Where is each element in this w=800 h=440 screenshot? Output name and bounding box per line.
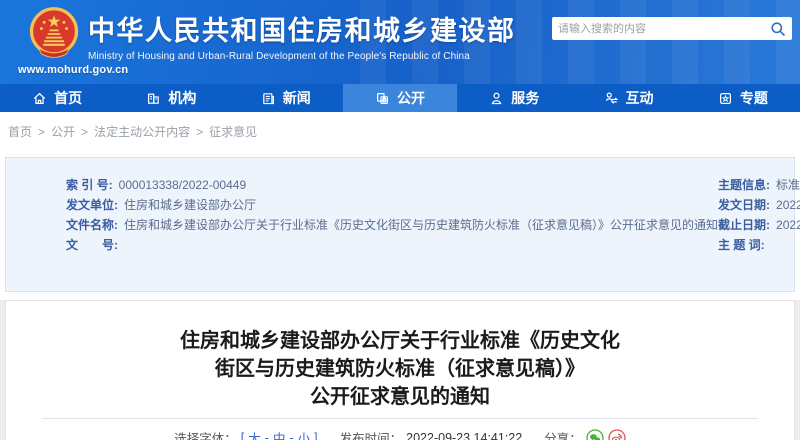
article-zone: 住房和城乡建设部办公厅关于行业标准《历史文化 街区与历史建筑防火标准（征求意见稿…	[0, 300, 800, 440]
document-meta-panel: 索 引 号: 000013338/2022-00449 发文单位: 住房和城乡建…	[5, 157, 795, 292]
nav-item-interaction[interactable]: 互动	[571, 84, 685, 112]
breadcrumb-item-solicit-opinions[interactable]: 征求意见	[209, 123, 257, 140]
meta-value: 2022-09-21	[776, 195, 800, 215]
meta-label: 发文单位:	[66, 195, 118, 215]
site-url: www.mohurd.gov.cn	[18, 64, 128, 76]
meta-label: 发文日期:	[718, 195, 770, 215]
nav-item-label: 新闻	[283, 88, 311, 108]
nav-item-home[interactable]: 首页	[0, 84, 114, 112]
title-divider	[42, 418, 758, 419]
meta-value: 2022-10-26	[776, 215, 800, 235]
site-title-block: 中华人民共和国住房和城乡建设部 Ministry of Housing and …	[88, 15, 516, 62]
nav-item-label: 专题	[740, 88, 768, 108]
article-title: 住房和城乡建设部办公厅关于行业标准《历史文化 街区与历史建筑防火标准（征求意见稿…	[6, 327, 794, 411]
meta-label: 文 号:	[66, 235, 118, 255]
meta-value: 住房和城乡建设部办公厅	[124, 195, 256, 215]
font-size-separator: -	[289, 431, 293, 440]
meta-row-issuing-unit: 发文单位: 住房和城乡建设部办公厅	[66, 195, 718, 215]
home-icon	[32, 91, 47, 106]
font-size-open-bracket: [	[241, 431, 244, 440]
wechat-share-icon[interactable]	[586, 429, 604, 440]
publish-time-label: 发布时间：	[340, 428, 403, 440]
font-size-close-bracket: ]	[314, 431, 317, 440]
meta-row-issue-date: 发文日期: 2022-09-21	[718, 195, 800, 215]
weibo-share-icon[interactable]	[608, 429, 626, 440]
breadcrumb-separator: >	[196, 125, 203, 139]
meta-row-deadline-date: 截止日期: 2022-10-26	[718, 215, 800, 235]
interaction-icon	[604, 91, 619, 106]
meta-row-document-title: 文件名称: 住房和城乡建设部办公厅关于行业标准《历史文化街区与历史建筑防火标准（…	[66, 215, 718, 235]
article-meta-bar: 选择字体： [ 大 - 中 - 小 ] 发布时间： 2022-09-23 14:…	[6, 428, 794, 440]
news-icon	[261, 91, 276, 106]
publish-time-value: 2022-09-23 14:41:22	[406, 431, 522, 440]
special-topic-icon	[718, 91, 733, 106]
font-size-label: 选择字体：	[174, 428, 237, 440]
nav-item-organization[interactable]: 机构	[114, 84, 228, 112]
search-icon[interactable]	[770, 21, 786, 37]
meta-row-document-number: 文 号:	[66, 235, 718, 255]
nav-item-label: 互动	[626, 88, 654, 108]
national-emblem-icon	[27, 6, 81, 62]
share-label: 分享：	[544, 428, 582, 440]
search-input[interactable]	[558, 23, 770, 35]
meta-label: 主 题 词:	[718, 235, 765, 255]
main-nav: 首页 机构 新闻 公开 服务	[0, 84, 800, 112]
meta-left-column: 索 引 号: 000013338/2022-00449 发文单位: 住房和城乡建…	[6, 175, 718, 291]
nav-item-label: 服务	[511, 88, 539, 108]
breadcrumb: 首页 > 公开 > 法定主动公开内容 > 征求意见	[0, 112, 800, 153]
organization-icon	[146, 91, 161, 106]
nav-item-disclosure[interactable]: 公开	[343, 84, 457, 112]
breadcrumb-separator: >	[81, 125, 88, 139]
article-title-line: 公开征求意见的通知	[6, 383, 794, 411]
breadcrumb-item-home[interactable]: 首页	[8, 123, 32, 140]
disclosure-icon	[375, 91, 390, 106]
meta-row-topic-info: 主题信息: 标准定额	[718, 175, 800, 195]
meta-value: 标准定额	[776, 175, 800, 195]
nav-item-service[interactable]: 服务	[457, 84, 571, 112]
font-size-separator: -	[265, 431, 269, 440]
meta-label: 截止日期:	[718, 215, 770, 235]
font-size-medium-button[interactable]: 中	[273, 428, 286, 440]
nav-item-label: 机构	[168, 88, 196, 108]
article-card: 住房和城乡建设部办公厅关于行业标准《历史文化 街区与历史建筑防火标准（征求意见稿…	[5, 300, 795, 440]
breadcrumb-item-disclosure[interactable]: 公开	[51, 123, 75, 140]
meta-value: 住房和城乡建设部办公厅关于行业标准《历史文化街区与历史建筑防火标准（征求意见稿）…	[124, 215, 718, 235]
nav-item-special-topic[interactable]: 专题	[686, 84, 800, 112]
nav-item-label: 公开	[397, 88, 425, 108]
meta-value: 000013338/2022-00449	[119, 175, 246, 195]
font-size-small-button[interactable]: 小	[298, 428, 311, 440]
article-title-line: 住房和城乡建设部办公厅关于行业标准《历史文化	[6, 327, 794, 355]
meta-panel-wrap: 索 引 号: 000013338/2022-00449 发文单位: 住房和城乡建…	[0, 153, 800, 300]
meta-label: 主题信息:	[718, 175, 770, 195]
site-subtitle-en: Ministry of Housing and Urban-Rural Deve…	[88, 51, 516, 62]
breadcrumb-separator: >	[38, 125, 45, 139]
meta-label: 索 引 号:	[66, 175, 113, 195]
site-header: www.mohurd.gov.cn 中华人民共和国住房和城乡建设部 Minist…	[0, 0, 800, 84]
meta-row-keywords: 主 题 词:	[718, 235, 800, 255]
font-size-large-button[interactable]: 大	[248, 428, 261, 440]
nav-item-label: 首页	[54, 88, 82, 108]
nav-item-news[interactable]: 新闻	[229, 84, 343, 112]
meta-label: 文件名称:	[66, 215, 118, 235]
meta-right-column: 主题信息: 标准定额 发文日期: 2022-09-21 截止日期: 2022-1…	[718, 175, 800, 291]
meta-row-index-number: 索 引 号: 000013338/2022-00449	[66, 175, 718, 195]
article-title-line: 街区与历史建筑防火标准（征求意见稿）》	[6, 355, 794, 383]
site-title: 中华人民共和国住房和城乡建设部	[88, 15, 516, 47]
breadcrumb-item-statutory-disclosure[interactable]: 法定主动公开内容	[94, 123, 190, 140]
search-box	[552, 17, 792, 40]
service-icon	[489, 91, 504, 106]
